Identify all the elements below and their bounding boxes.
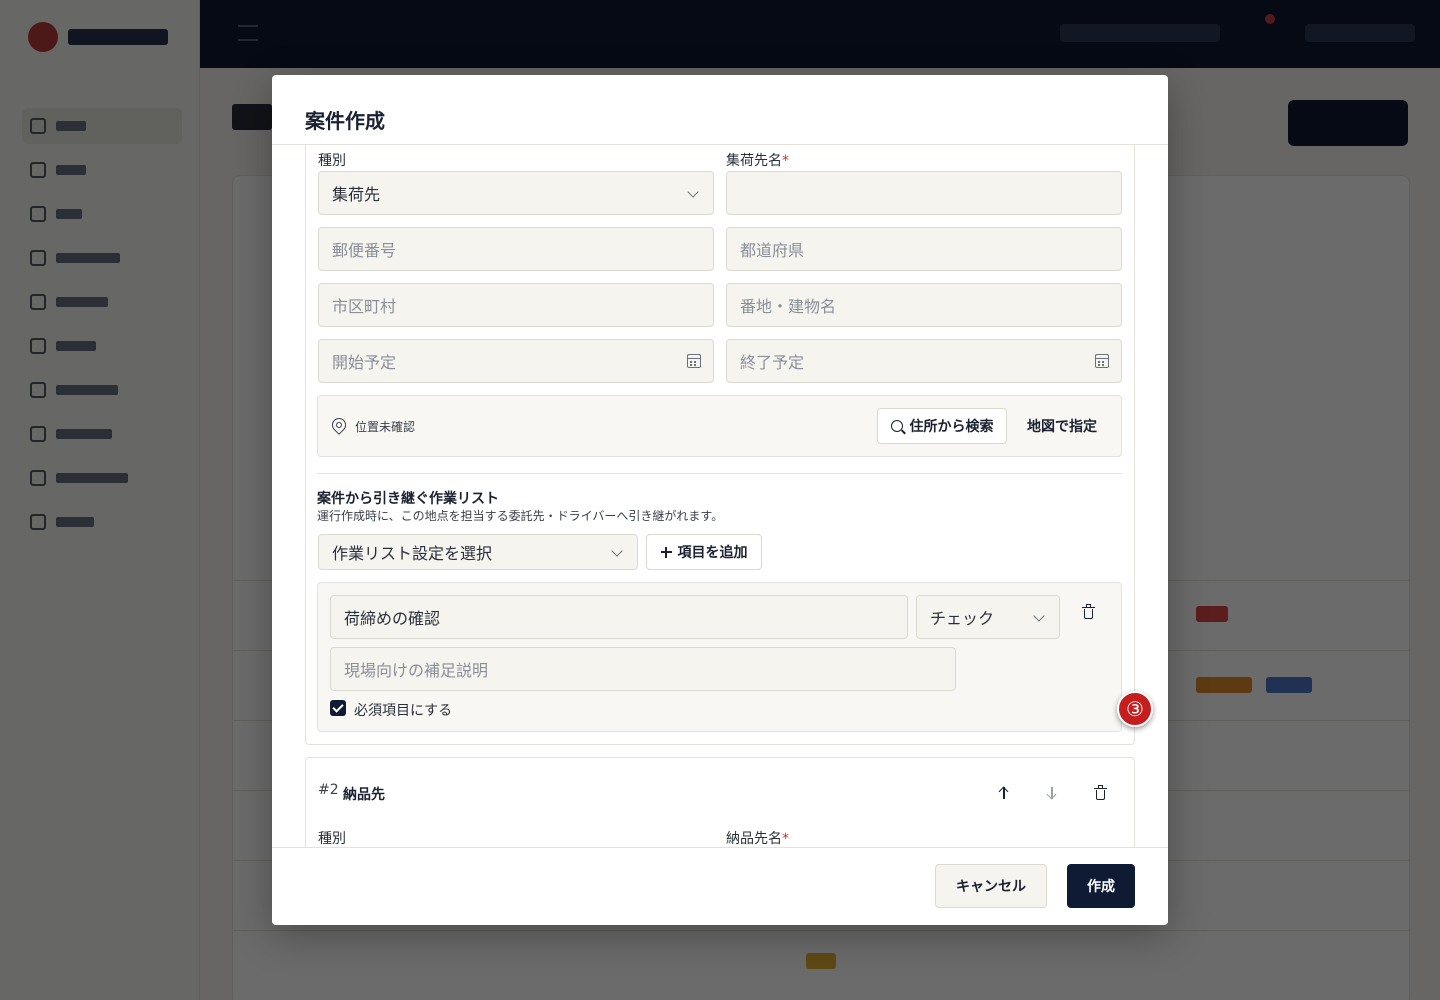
create-case-modal: 案件作成 種別 集荷先名* 集荷先 郵便番号 都道府県 市区町村 番地・建物名 … [272,75,1168,925]
step-badge: ③ [1117,691,1153,727]
address-input[interactable]: 番地・建物名 [726,283,1122,327]
worklist-item-card: 荷締めの確認 チェック 現場向けの補足説明 必須項目にする [317,582,1122,732]
map-pick-button[interactable]: 地図で指定 [1018,408,1106,444]
modal-body[interactable]: 種別 集荷先名* 集荷先 郵便番号 都道府県 市区町村 番地・建物名 開始予定 … [272,145,1168,848]
chevron-down-icon [611,545,623,557]
city-input[interactable]: 市区町村 [318,283,714,327]
section-number: #2 [318,782,339,798]
required-checkbox[interactable] [330,700,346,716]
delivery-name-label: 納品先名* [726,831,789,847]
cancel-button[interactable]: キャンセル [935,864,1047,908]
delete-item-icon[interactable] [1082,604,1095,619]
section-title: 納品先 [343,787,385,803]
location-box: 位置未確認 住所から検索 地図で指定 [317,395,1122,457]
type-label: 種別 [318,153,346,169]
worklist-description: 運行作成時に、この地点を担当する委託先・ドライバーへ引き継がれます。 [317,509,724,523]
worklist-preset-select[interactable]: 作業リスト設定を選択 [318,534,638,570]
add-item-button[interactable]: 項目を追加 [646,534,762,570]
worklist-item-type-select[interactable]: チェック [916,595,1060,639]
move-up-icon[interactable] [998,786,1010,800]
worklist-title: 案件から引き継ぐ作業リスト [317,491,499,507]
postal-code-input[interactable]: 郵便番号 [318,227,714,271]
search-icon [890,420,903,432]
divider [317,473,1122,474]
map-pin-icon [329,415,349,435]
pickup-name-input[interactable] [726,171,1122,215]
search-address-button[interactable]: 住所から検索 [877,408,1007,444]
modal-footer: キャンセル 作成 [272,847,1168,925]
delivery-section: #2 納品先 種別 納品先名* [305,757,1135,848]
location-status: 位置未確認 [355,420,416,434]
pickup-name-label: 集荷先名* [726,153,789,169]
modal-title: 案件作成 [305,109,385,133]
end-date-input[interactable]: 終了予定 [726,339,1122,383]
required-checkbox-label: 必須項目にする [354,703,453,719]
required-mark: * [782,831,789,847]
modal-header: 案件作成 [272,75,1168,145]
worklist-item-name-input[interactable]: 荷締めの確認 [330,595,908,639]
start-date-input[interactable]: 開始予定 [318,339,714,383]
worklist-item-note-input[interactable]: 現場向けの補足説明 [330,647,956,691]
move-down-icon[interactable] [1046,786,1058,800]
calendar-icon[interactable] [687,354,701,368]
chevron-down-icon [687,186,699,198]
prefecture-input[interactable]: 都道府県 [726,227,1122,271]
chevron-down-icon [1033,610,1045,622]
delete-section-icon[interactable] [1094,785,1107,800]
create-button[interactable]: 作成 [1067,864,1135,908]
required-mark: * [782,153,789,169]
type-label: 種別 [318,831,346,847]
plus-icon [660,546,672,558]
type-select[interactable]: 集荷先 [318,171,714,215]
calendar-icon[interactable] [1095,354,1109,368]
